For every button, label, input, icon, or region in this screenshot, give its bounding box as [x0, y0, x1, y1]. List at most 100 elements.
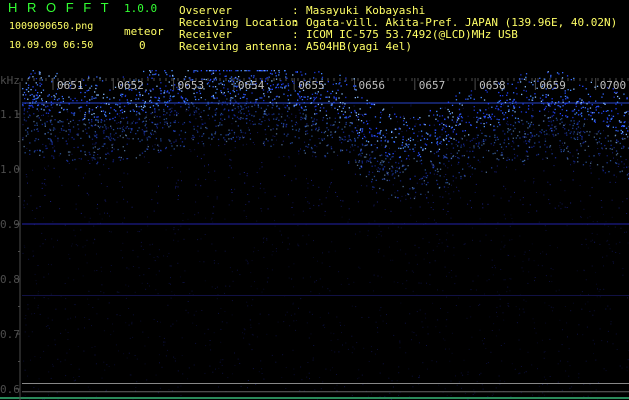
signal-speck: [296, 71, 298, 73]
signal-speck: [88, 102, 90, 104]
noise-speck: [228, 177, 230, 179]
noise-speck: [128, 285, 130, 287]
signal-speck: [498, 91, 500, 94]
noise-speck: [519, 372, 521, 374]
signal-speck: [160, 138, 162, 140]
signal-speck: [354, 140, 356, 142]
signal-speck: [621, 161, 623, 163]
signal-speck: [413, 150, 415, 152]
noise-speck: [341, 332, 342, 334]
signal-speck: [525, 111, 527, 113]
noise-speck: [621, 367, 623, 369]
noise-speck: [347, 278, 349, 280]
noise-speck: [73, 147, 75, 149]
signal-speck: [402, 171, 404, 173]
noise-speck: [89, 217, 91, 219]
noise-speck: [543, 357, 545, 359]
signal-speck: [373, 186, 375, 189]
signal-speck: [498, 109, 500, 111]
noise-speck: [173, 229, 175, 231]
signal-speck: [256, 70, 258, 72]
signal-speck: [459, 123, 461, 125]
signal-speck: [91, 121, 93, 123]
signal-speck: [287, 85, 290, 87]
noise-speck: [151, 243, 153, 245]
signal-speck: [355, 85, 357, 87]
signal-speck: [110, 137, 113, 139]
noise-speck: [203, 145, 205, 147]
signal-speck: [244, 94, 246, 96]
signal-speck: [606, 125, 608, 127]
noise-speck: [47, 165, 49, 167]
noise-speck: [602, 213, 604, 215]
signal-speck: [607, 135, 609, 137]
noise-speck: [53, 145, 55, 147]
signal-speck: [170, 142, 172, 145]
signal-speck: [107, 136, 109, 138]
noise-speck: [178, 121, 180, 123]
signal-speck: [35, 100, 37, 102]
signal-speck: [498, 100, 500, 102]
signal-speck: [304, 126, 307, 128]
noise-speck: [94, 143, 96, 145]
noise-speck: [45, 169, 47, 170]
signal-speck: [54, 119, 56, 121]
signal-speck: [267, 91, 269, 93]
signal-speck: [235, 70, 237, 72]
noise-speck: [185, 110, 187, 112]
noise-speck: [183, 282, 185, 283]
signal-speck: [384, 146, 386, 148]
noise-speck: [548, 134, 550, 136]
signal-speck: [158, 151, 160, 153]
signal-speck: [356, 164, 359, 166]
signal-speck: [80, 150, 82, 152]
signal-speck: [226, 98, 228, 100]
signal-speck: [114, 116, 116, 118]
noise-speck: [193, 110, 195, 112]
noise-speck: [106, 186, 108, 187]
signal-speck: [337, 109, 339, 111]
noise-speck: [492, 393, 494, 395]
noise-speck: [572, 219, 574, 220]
noise-speck: [170, 154, 172, 156]
noise-speck: [533, 182, 534, 184]
noise-speck: [207, 195, 209, 197]
noise-speck: [375, 149, 377, 151]
signal-speck: [373, 135, 375, 137]
signal-speck: [193, 71, 195, 73]
noise-speck: [142, 249, 144, 250]
noise-speck: [309, 276, 311, 278]
noise-speck: [569, 387, 571, 389]
signal-speck: [264, 70, 267, 72]
signal-speck: [288, 108, 290, 110]
signal-speck: [558, 73, 560, 75]
signal-speck: [287, 110, 289, 113]
signal-speck: [47, 105, 49, 107]
signal-speck: [514, 111, 516, 113]
signal-speck: [424, 143, 426, 145]
signal-speck: [48, 94, 50, 96]
noise-speck: [528, 212, 530, 213]
noise-speck: [436, 234, 438, 235]
noise-speck: [503, 246, 505, 248]
noise-speck: [261, 210, 263, 212]
signal-speck: [565, 115, 567, 117]
noise-speck: [246, 301, 248, 303]
noise-speck: [23, 204, 25, 206]
noise-speck: [544, 351, 546, 352]
noise-speck: [533, 178, 535, 179]
noise-speck: [218, 312, 219, 314]
noise-speck: [106, 364, 108, 366]
noise-speck: [606, 255, 608, 257]
noise-speck: [380, 231, 382, 233]
noise-speck: [222, 359, 224, 361]
noise-speck: [408, 262, 410, 264]
noise-speck: [510, 214, 512, 216]
noise-speck: [329, 186, 330, 188]
signal-speck: [297, 99, 299, 101]
signal-speck: [143, 70, 145, 73]
noise-speck: [271, 269, 273, 271]
noise-speck: [266, 239, 268, 241]
noise-speck: [227, 377, 229, 379]
signal-speck: [444, 118, 446, 121]
